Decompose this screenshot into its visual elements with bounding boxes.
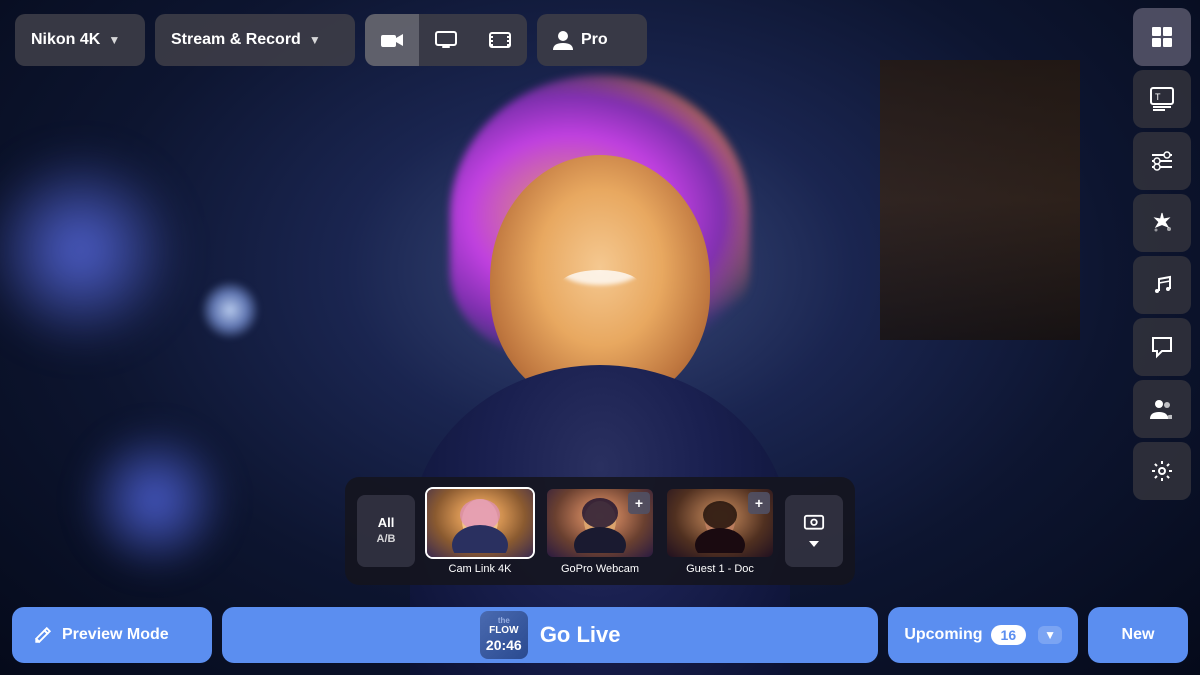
go-live-thumbnail: the FLOW 20:46 — [480, 611, 528, 659]
text-image-btn[interactable]: T — [1133, 70, 1191, 128]
settings-btn[interactable] — [1133, 442, 1191, 500]
go-live-label: Go Live — [540, 622, 621, 648]
top-toolbar: Nikon 4K ▼ Stream & Record ▼ — [0, 0, 1200, 80]
source-thumb-gopro: + GoPro Webcam — [545, 487, 655, 575]
guest-label: Guest 1 - Doc — [686, 563, 754, 575]
mode-label: Stream & Record — [171, 31, 301, 49]
upcoming-btn[interactable]: Upcoming 16 ▼ — [888, 607, 1078, 663]
guest-thumbnail[interactable]: + — [665, 487, 775, 559]
right-sidebar: T — [1124, 0, 1200, 675]
go-live-time: 20:46 — [486, 637, 522, 654]
profile-label: Pro — [581, 31, 608, 49]
gopro-label: GoPro Webcam — [561, 563, 639, 575]
text-image-icon: T — [1150, 87, 1174, 111]
all-sources-btn[interactable]: All A/B — [357, 495, 415, 567]
camera-source-btn[interactable] — [365, 14, 419, 66]
chat-icon — [1150, 335, 1174, 359]
camera-label: Nikon 4K — [31, 31, 100, 49]
music-icon — [1150, 273, 1174, 297]
bg-light-left — [0, 150, 180, 350]
effects-icon — [1150, 211, 1174, 235]
grid-icon — [1150, 25, 1174, 49]
upcoming-label: Upcoming — [904, 626, 982, 644]
source-thumb-guest: + Guest 1 - Doc — [665, 487, 775, 575]
camera-arrow: ▼ — [108, 33, 120, 47]
cam-link-preview — [427, 489, 533, 557]
cam-link-svg — [445, 493, 515, 553]
cam-link-thumbnail[interactable] — [425, 487, 535, 559]
guests-icon — [1150, 397, 1174, 421]
gopro-thumbnail[interactable]: + — [545, 487, 655, 559]
mode-selector[interactable]: Stream & Record ▼ — [155, 14, 355, 66]
grid-view-btn[interactable] — [1133, 8, 1191, 66]
mode-arrow: ▼ — [309, 33, 321, 47]
guest-add-btn[interactable]: + — [748, 492, 770, 514]
source-settings-btn[interactable] — [785, 495, 843, 567]
cam-link-label: Cam Link 4K — [449, 563, 512, 575]
preview-mode-label: Preview Mode — [62, 626, 169, 644]
go-live-btn[interactable]: the FLOW 20:46 Go Live — [222, 607, 878, 663]
source-thumb-cam-link: Cam Link 4K — [425, 487, 535, 575]
all-label-top: All — [378, 514, 395, 532]
source-strip: All A/B Cam Link 4K — [345, 477, 855, 585]
app-container: Nikon 4K ▼ Stream & Record ▼ — [0, 0, 1200, 675]
screen-source-icon — [435, 31, 457, 49]
film-source-btn[interactable] — [473, 14, 527, 66]
source-settings-arrow — [808, 540, 820, 548]
profile-icon — [553, 30, 573, 50]
bg-light-bottom — [80, 425, 230, 575]
source-toggle — [365, 14, 527, 66]
new-btn[interactable]: New — [1088, 607, 1188, 663]
guests-btn[interactable] — [1133, 380, 1191, 438]
camera-selector[interactable]: Nikon 4K ▼ — [15, 14, 145, 66]
go-live-logo-text: FLOW — [489, 625, 518, 637]
effects-btn[interactable] — [1133, 194, 1191, 252]
upcoming-dropdown-arrow: ▼ — [1038, 626, 1062, 644]
audio-settings-btn[interactable] — [1133, 132, 1191, 190]
audio-settings-icon — [1150, 149, 1174, 173]
film-source-icon — [489, 31, 511, 49]
profile-btn[interactable]: Pro — [537, 14, 647, 66]
source-settings-icon — [803, 514, 825, 536]
bg-orb — [200, 280, 260, 340]
all-label-bottom: A/B — [377, 532, 396, 547]
pencil-icon — [34, 626, 52, 644]
svg-text:T: T — [1155, 92, 1161, 102]
gopro-svg — [565, 493, 635, 553]
guest-svg — [685, 493, 755, 553]
gopro-add-btn[interactable]: + — [628, 492, 650, 514]
bottom-bar: Preview Mode the FLOW 20:46 Go Live Upco… — [0, 595, 1200, 675]
go-live-logo-line1: the — [498, 616, 510, 626]
upcoming-badge: 16 — [991, 625, 1027, 645]
settings-icon — [1150, 459, 1174, 483]
camera-source-icon — [381, 31, 403, 49]
screen-source-btn[interactable] — [419, 14, 473, 66]
chat-btn[interactable] — [1133, 318, 1191, 376]
new-label: New — [1122, 626, 1155, 643]
music-btn[interactable] — [1133, 256, 1191, 314]
preview-mode-btn[interactable]: Preview Mode — [12, 607, 212, 663]
